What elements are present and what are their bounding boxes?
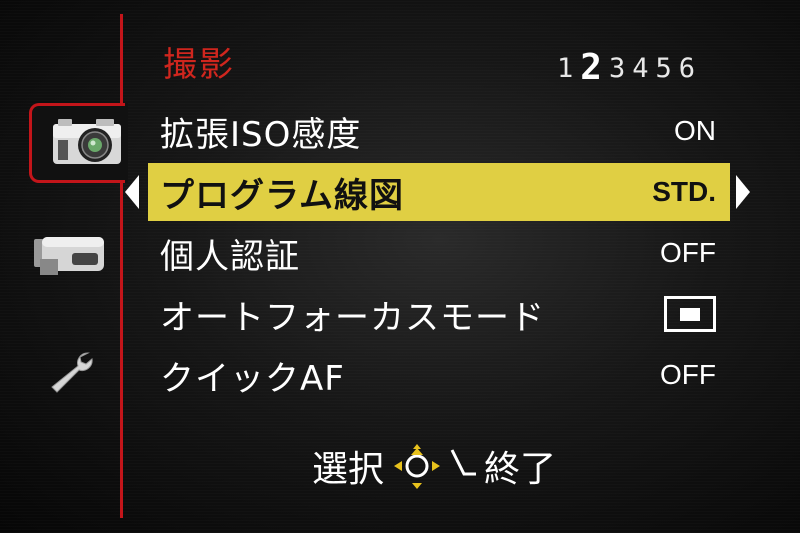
video-camera-icon [34,237,104,275]
menu-row-program-shift[interactable]: プログラム線図 STD. [148,163,730,221]
page-number[interactable]: 6 [679,53,695,84]
menu-row-value: ON [674,115,716,146]
tab-video[interactable] [30,232,108,278]
page-number[interactable]: 1 [557,53,573,84]
menu-row-label: プログラム線図 [160,175,404,216]
page-number-current[interactable]: 2 [580,50,602,86]
dpad-icon [394,444,441,489]
left-arrow-icon[interactable] [125,175,139,209]
menu-row-label: クイックAF [160,358,345,399]
page-number[interactable]: 3 [609,53,625,84]
page-number[interactable]: 5 [655,53,671,84]
return-arrow-icon [450,449,477,476]
single-area-focus-icon [664,296,716,332]
tab-divider [120,14,123,518]
menu-row-af-mode[interactable]: オートフォーカスモード [148,285,730,343]
menu-row-quick-af[interactable]: クイックAF OFF [148,346,730,404]
tab-camera[interactable] [48,113,126,169]
footer-help: 選択 終了 [312,440,556,492]
page-number[interactable]: 4 [632,53,648,84]
select-label: 選択 [312,449,385,490]
right-arrow-icon[interactable] [736,175,750,209]
menu-row-value: STD. [652,176,716,207]
menu-row-value: OFF [660,237,716,268]
menu-row-value: OFF [660,359,716,390]
camera-icon [53,119,121,164]
exit-label: 終了 [484,449,557,490]
wrench-icon [51,352,93,393]
menu-row-label: 個人認証 [160,236,300,277]
menu-row-label: 拡張ISO感度 [160,114,362,155]
tab-setup[interactable] [44,348,100,396]
menu-row-face-recognition[interactable]: 個人認証 OFF [148,224,730,282]
page-indicator: 1 2 3 4 5 6 [557,50,695,86]
menu-row-extended-iso[interactable]: 拡張ISO感度 ON [148,102,730,160]
camera-menu-screen: 撮影 1 2 3 4 5 6 拡張ISO感度 ON プログラム線図 STD. 個… [0,0,800,533]
page-title: 撮影 [163,45,235,85]
menu-row-label: オートフォーカスモード [160,297,545,338]
